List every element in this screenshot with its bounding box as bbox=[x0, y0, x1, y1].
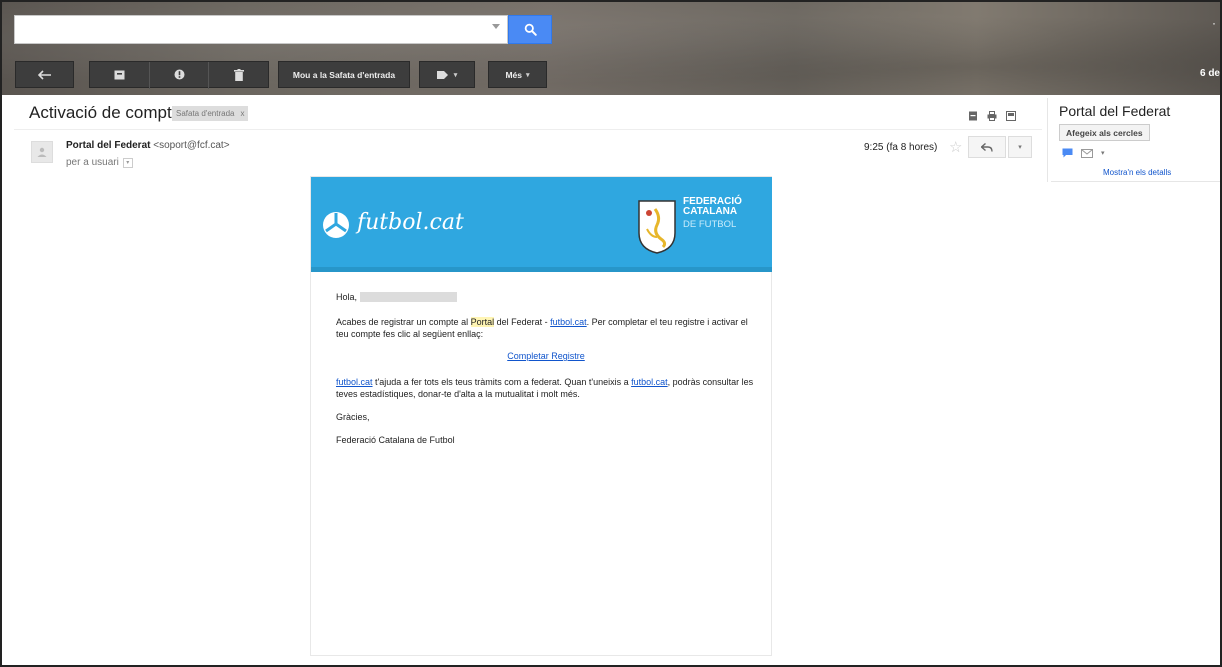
greeting-line: Hola, bbox=[336, 291, 756, 303]
cta-line: Completar Registre bbox=[336, 350, 756, 362]
search-options-caret-icon[interactable] bbox=[492, 24, 500, 29]
trash-icon bbox=[233, 68, 244, 81]
info-text-a: t'ajuda a fer tots els teus tràmits com … bbox=[372, 377, 632, 387]
brand-logo-text: futbol.cat bbox=[357, 210, 464, 235]
report-spam-button[interactable] bbox=[150, 62, 209, 87]
email-timestamp: 9:25 (fa 8 hores) bbox=[864, 142, 938, 153]
move-to-inbox-button[interactable]: Mou a la Safata d'entrada bbox=[278, 61, 410, 88]
print-icon[interactable] bbox=[987, 108, 997, 121]
sender-line: Portal del Federat <soport@fcf.cat> bbox=[66, 140, 230, 151]
avatar-placeholder-icon bbox=[37, 147, 47, 157]
gmail-window: · Mou a la Safata d'entrada ▾ Més ▾ 6 de… bbox=[0, 0, 1222, 667]
inbox-label-chip[interactable]: Safata d'entrada x bbox=[172, 106, 249, 121]
intro-text-a: Acabes de registrar un compte al bbox=[336, 317, 471, 327]
thread-actions bbox=[968, 108, 1016, 121]
complete-registration-link[interactable]: Completar Registre bbox=[507, 351, 585, 361]
futbol-cat-link-2[interactable]: futbol.cat bbox=[336, 377, 373, 387]
more-actions-dropdown-icon: ▾ bbox=[1018, 144, 1022, 151]
sender-email: <soport@fcf.cat> bbox=[153, 140, 230, 151]
star-icon[interactable]: ☆ bbox=[949, 138, 962, 156]
signature-line: Federació Catalana de Futbol bbox=[336, 435, 455, 445]
top-right-dot: · bbox=[1212, 16, 1216, 30]
recipient-line: per a usuari ▾ bbox=[66, 157, 133, 168]
more-button[interactable]: Més ▾ bbox=[488, 61, 547, 88]
email-body-card: futbol.cat FEDERACIÓ CATALANA DE FUTBOL … bbox=[310, 176, 772, 656]
contact-name: Portal del Federat bbox=[1059, 103, 1171, 119]
remove-label-icon[interactable]: x bbox=[240, 109, 244, 118]
label-chip-text: Safata d'entrada bbox=[176, 109, 235, 118]
sender-name[interactable]: Portal del Federat bbox=[66, 140, 150, 151]
recipient-text: per a usuari bbox=[66, 157, 119, 168]
contact-actions: ▾ bbox=[1062, 148, 1105, 158]
move-to-inbox-label: Mou a la Safata d'entrada bbox=[292, 69, 396, 80]
recipient-details-dropdown-icon[interactable]: ▾ bbox=[122, 157, 133, 168]
show-details-link[interactable]: Mostra'n els detalls bbox=[1103, 168, 1171, 177]
subject-divider bbox=[14, 129, 1042, 130]
search-icon bbox=[524, 23, 537, 36]
search-input[interactable] bbox=[14, 15, 508, 44]
more-label: Més bbox=[505, 69, 523, 80]
action-button-group bbox=[89, 61, 269, 89]
intro-text-b: del Federat - bbox=[494, 317, 551, 327]
delete-button[interactable] bbox=[209, 62, 268, 87]
reply-icon bbox=[981, 142, 993, 152]
fcf-crest-icon bbox=[638, 200, 676, 254]
redacted-name bbox=[360, 292, 458, 302]
archive-icon bbox=[114, 70, 125, 79]
new-window-icon[interactable] bbox=[1006, 108, 1016, 121]
email-icon[interactable] bbox=[1081, 148, 1093, 158]
federation-line-2: CATALANA bbox=[683, 206, 738, 217]
search-button[interactable] bbox=[508, 15, 552, 44]
reply-button[interactable] bbox=[968, 136, 1006, 158]
email-banner: futbol.cat FEDERACIÓ CATALANA DE FUTBOL bbox=[311, 177, 772, 272]
futbol-ball-logo-icon bbox=[323, 212, 349, 238]
intro-paragraph: Acabes de registrar un compte al Portal … bbox=[336, 316, 756, 340]
add-to-circles-button[interactable]: Afegeix als cercles bbox=[1059, 124, 1150, 141]
side-panel-divider bbox=[1047, 98, 1048, 182]
email-message: Hola, Acabes de registrar un compte al P… bbox=[336, 291, 756, 446]
intro-highlight: Portal bbox=[470, 317, 495, 327]
chat-icon[interactable] bbox=[1062, 148, 1073, 158]
federation-line-3: DE FUTBOL bbox=[683, 219, 737, 230]
pagination-text: 6 de bbox=[1199, 68, 1220, 79]
side-panel-bottom-line bbox=[1051, 181, 1220, 182]
info-paragraph: futbol.cat t'ajuda a fer tots els teus t… bbox=[336, 376, 756, 400]
expand-all-icon[interactable] bbox=[968, 108, 978, 121]
federation-name: FEDERACIÓ CATALANA bbox=[683, 197, 742, 217]
greeting-text: Hola, bbox=[336, 292, 358, 302]
banner-stripe bbox=[311, 267, 772, 272]
back-button[interactable] bbox=[15, 61, 74, 88]
archive-button[interactable] bbox=[90, 62, 149, 87]
more-actions-button[interactable]: ▾ bbox=[1008, 136, 1032, 158]
thanks-line: Gràcies, bbox=[336, 412, 370, 422]
email-subject: Activació de compte bbox=[29, 103, 182, 122]
labels-dropdown-icon: ▾ bbox=[453, 71, 458, 79]
label-icon bbox=[436, 70, 448, 79]
back-arrow-icon bbox=[37, 69, 51, 80]
sender-avatar[interactable] bbox=[31, 141, 53, 163]
futbol-cat-link[interactable]: futbol.cat bbox=[550, 317, 587, 327]
contact-more-dropdown-icon[interactable]: ▾ bbox=[1101, 149, 1105, 157]
futbol-cat-link-3[interactable]: futbol.cat bbox=[631, 377, 668, 387]
more-dropdown-icon: ▾ bbox=[526, 71, 530, 79]
spam-icon bbox=[174, 69, 184, 80]
labels-button[interactable]: ▾ bbox=[419, 61, 475, 88]
